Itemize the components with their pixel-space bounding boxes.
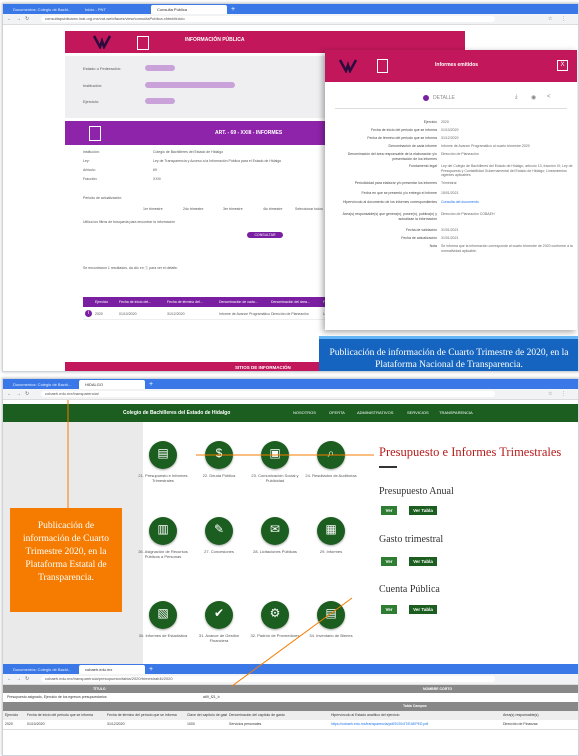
connector-lines <box>67 400 374 687</box>
caption-estatal: Publicación de información de Cuarto Tri… <box>10 508 122 612</box>
connector-line <box>231 597 353 687</box>
caption-text: Publicación de información de Cuarto Tri… <box>22 521 109 583</box>
